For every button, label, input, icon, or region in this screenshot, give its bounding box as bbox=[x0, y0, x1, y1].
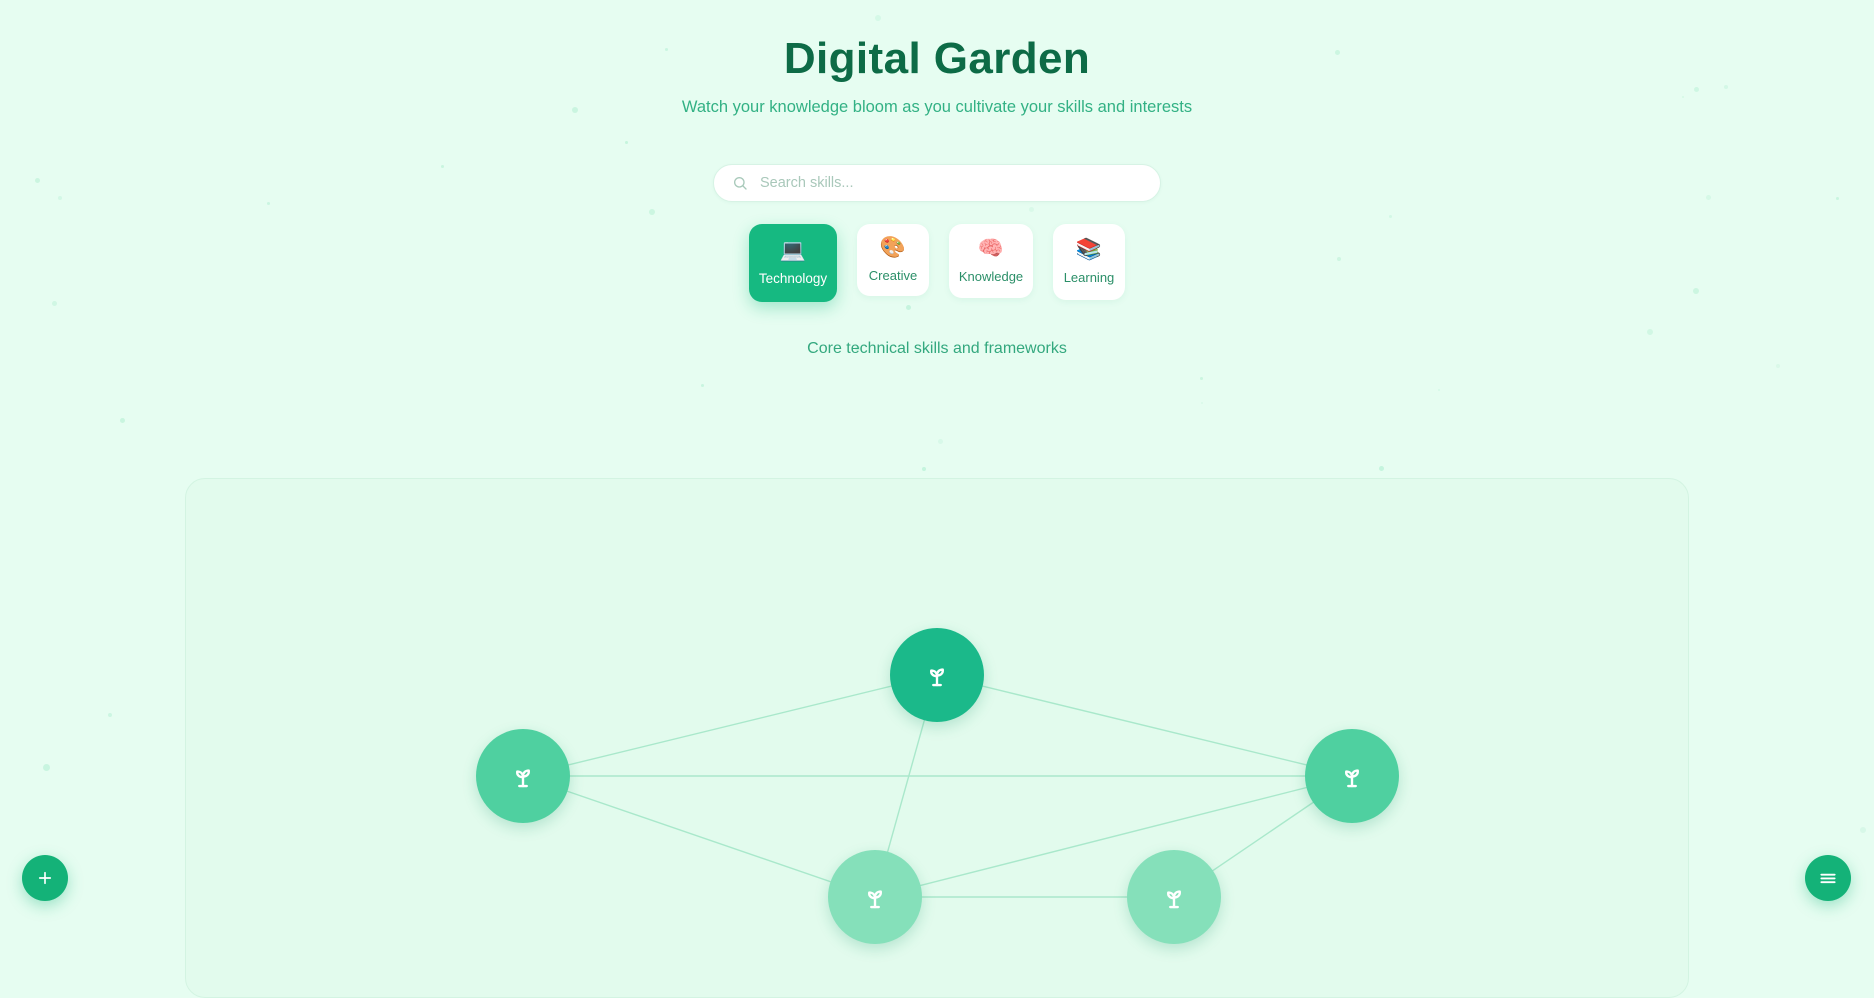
add-skill-button[interactable] bbox=[22, 855, 68, 901]
menu-button[interactable] bbox=[1805, 855, 1851, 901]
category-tabs: 💻 Technology 🎨 Creative 🧠 Knowledge 📚 Learning bbox=[657, 224, 1217, 303]
graph-edge bbox=[874, 775, 1353, 898]
category-description: Core technical skills and frameworks bbox=[807, 340, 1067, 358]
category-tab-learning[interactable]: 📚 Learning bbox=[1053, 224, 1125, 301]
skill-node[interactable] bbox=[1305, 729, 1399, 823]
search-input[interactable] bbox=[758, 174, 1142, 193]
category-tab-creative[interactable]: 🎨 Creative bbox=[857, 224, 929, 297]
digital-garden-page: Digital Garden Watch your knowledge bloo… bbox=[0, 0, 1874, 998]
graph-edge bbox=[522, 674, 938, 777]
search-icon bbox=[734, 177, 747, 190]
page-subtitle: Watch your knowledge bloom as you cultiv… bbox=[681, 98, 1193, 117]
category-tab-knowledge[interactable]: 🧠 Knowledge bbox=[949, 224, 1033, 299]
category-tab-label: Learning bbox=[1063, 270, 1115, 286]
brain-icon: 🧠 bbox=[977, 237, 1005, 261]
sprout-icon bbox=[516, 769, 530, 788]
graph-edge bbox=[936, 674, 1353, 777]
graph-edge bbox=[522, 775, 876, 898]
skill-node[interactable] bbox=[890, 628, 984, 722]
books-icon: 📚 bbox=[1075, 238, 1103, 262]
sprout-icon bbox=[1345, 769, 1359, 788]
plus-icon bbox=[38, 871, 52, 885]
skill-node[interactable] bbox=[828, 850, 922, 944]
category-tab-label: Creative bbox=[868, 268, 918, 284]
category-tab-label: Technology bbox=[758, 271, 828, 287]
laptop-icon: 💻 bbox=[779, 239, 807, 263]
sprout-icon bbox=[1167, 890, 1181, 909]
graph-edges bbox=[522, 674, 1353, 898]
page-header: Digital Garden Watch your knowledge bloo… bbox=[0, 0, 1874, 117]
palette-icon: 🎨 bbox=[879, 236, 907, 260]
category-tab-technology[interactable]: 💻 Technology bbox=[749, 224, 837, 303]
hamburger-menu-icon bbox=[1820, 873, 1836, 884]
skill-node[interactable] bbox=[476, 729, 570, 823]
sprout-icon bbox=[930, 668, 944, 687]
sprout-icon bbox=[868, 890, 882, 909]
category-tab-label: Knowledge bbox=[958, 269, 1024, 285]
search-bar[interactable] bbox=[713, 164, 1161, 203]
skill-graph-panel[interactable] bbox=[185, 478, 1689, 998]
skill-node[interactable] bbox=[1127, 850, 1221, 944]
page-title: Digital Garden bbox=[783, 34, 1091, 83]
